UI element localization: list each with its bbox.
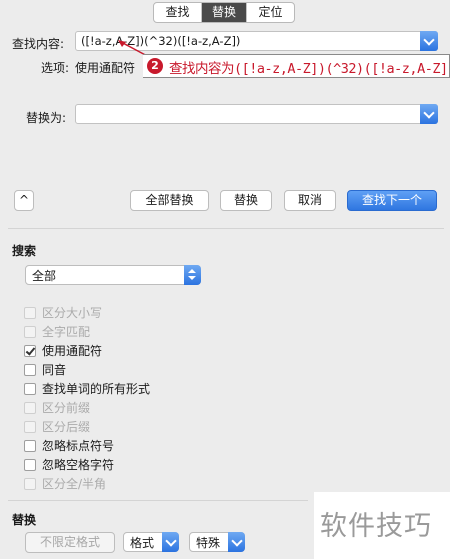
checkbox-match-case[interactable]: 区分大小写 (24, 304, 102, 321)
replace-button[interactable]: 替换 (220, 190, 272, 211)
callout-text: 查找内容为([!a-z,A-Z])(^32)([!a-z,A-Z]) (169, 61, 450, 77)
checkbox-box[interactable] (24, 477, 36, 490)
checkbox-match-suffix[interactable]: 区分后缀 (24, 418, 90, 435)
search-scope-select[interactable]: 全部 (25, 265, 201, 285)
cancel-button[interactable]: 取消 (284, 190, 336, 211)
checkbox-box[interactable] (24, 306, 36, 319)
checkbox-label: 忽略标点符号 (42, 439, 115, 453)
replace-input[interactable] (75, 104, 438, 124)
chevron-down-icon (231, 535, 243, 547)
replace-section-heading: 替换 (12, 513, 37, 527)
options-label: 选项: (41, 61, 70, 75)
divider (8, 500, 308, 501)
checkbox-label: 区分前缀 (42, 401, 91, 415)
checkbox-label: 区分全/半角 (42, 477, 107, 491)
checkbox-label: 使用通配符 (42, 344, 103, 358)
checkbox-box[interactable] (24, 439, 36, 452)
checkbox-box[interactable] (24, 382, 36, 395)
find-history-dropdown[interactable] (420, 31, 438, 51)
checkbox-box[interactable] (24, 458, 36, 471)
checkbox-ignore-whitespace[interactable]: 忽略空格字符 (24, 456, 114, 473)
checkbox-label: 忽略空格字符 (42, 458, 115, 472)
special-label: 特殊 (196, 536, 221, 550)
tab-replace[interactable]: 替换 (201, 3, 246, 22)
search-heading: 搜索 (12, 244, 37, 258)
checkbox-box[interactable] (24, 401, 36, 414)
search-scope-value: 全部 (32, 269, 57, 283)
replace-all-button[interactable]: 全部替换 (130, 190, 209, 211)
divider (8, 228, 444, 229)
replace-label: 替换为: (26, 111, 67, 125)
find-input-value: ([!a-z,A-Z])(^32)([!a-z,A-Z]) (81, 34, 241, 48)
checkbox-whole-word[interactable]: 全字匹配 (24, 323, 90, 340)
watermark-text: 软件技巧 (320, 511, 432, 542)
checkbox-sounds-like[interactable]: 同音 (24, 361, 66, 378)
watermark: 软件技巧 (314, 492, 450, 559)
checkbox-label: 区分大小写 (42, 306, 103, 320)
checkbox-all-word-forms[interactable]: 查找单词的所有形式 (24, 380, 150, 397)
chevron-down-icon (423, 34, 435, 46)
no-formatting-button[interactable]: 不限定格式 (25, 532, 115, 553)
chevron-up-icon: ^ (18, 193, 30, 207)
format-menu-button[interactable]: 格式 (123, 532, 179, 552)
checkbox-box[interactable] (24, 363, 36, 376)
checkbox-label: 全字匹配 (42, 325, 91, 339)
chevron-down-icon (423, 107, 435, 119)
collapse-button[interactable]: ^ (14, 190, 34, 211)
checkbox-use-wildcards[interactable]: 使用通配符 (24, 342, 102, 359)
special-menu-button[interactable]: 特殊 (189, 532, 245, 552)
checkbox-label: 区分后缀 (42, 420, 91, 434)
format-dropdown-arrow (162, 532, 179, 552)
tab-bar: 查找 替换 定位 (153, 2, 295, 23)
step-number-badge: 2 (147, 58, 163, 74)
checkbox-box[interactable] (24, 420, 36, 433)
checkbox-ignore-punctuation[interactable]: 忽略标点符号 (24, 437, 114, 454)
checkbox-label: 查找单词的所有形式 (42, 382, 151, 396)
checkbox-box[interactable] (24, 325, 36, 338)
special-dropdown-arrow (228, 532, 245, 552)
up-down-arrows-icon (184, 265, 201, 285)
format-label: 格式 (130, 536, 155, 550)
annotation-callout: 2 查找内容为([!a-z,A-Z])(^32)([!a-z,A-Z]) (143, 54, 450, 78)
checkbox-match-width[interactable]: 区分全/半角 (24, 475, 106, 492)
checkbox-label: 同音 (42, 363, 67, 377)
tab-goto[interactable]: 定位 (246, 3, 294, 22)
chevron-down-icon (165, 535, 177, 547)
tab-find[interactable]: 查找 (154, 3, 201, 22)
find-label: 查找内容: (12, 37, 65, 51)
checkbox-box-checked[interactable] (24, 344, 36, 357)
find-next-button[interactable]: 查找下一个 (347, 190, 437, 211)
replace-history-dropdown[interactable] (420, 104, 438, 124)
checkbox-match-prefix[interactable]: 区分前缀 (24, 399, 90, 416)
